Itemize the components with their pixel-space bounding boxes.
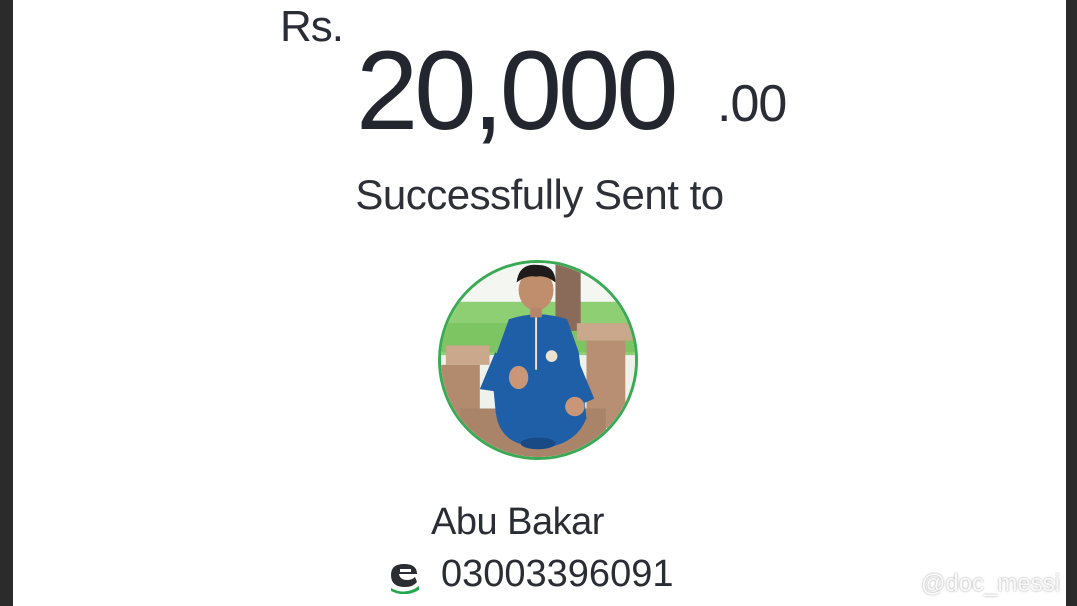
amount-currency: Rs. xyxy=(280,2,344,51)
recipient-name: Abu Bakar xyxy=(431,501,604,543)
amount-value: 20,000 xyxy=(356,28,679,153)
recipient-avatar xyxy=(438,260,638,460)
status-message: Successfully Sent to xyxy=(355,171,724,218)
avatar-photo xyxy=(441,263,635,457)
transaction-receipt: Rs. 20,000 .00 Successfully Sent to Abu … xyxy=(13,0,1066,606)
watermark-text: @doc_messi xyxy=(921,570,1061,597)
easypaisa-logo-icon xyxy=(387,558,423,594)
watermark-logo-icon xyxy=(895,575,913,593)
watermark: @doc_messi xyxy=(893,569,1060,599)
recipient-account-number: 03003396091 xyxy=(441,553,674,595)
amount-decimal: .00 xyxy=(717,75,787,133)
